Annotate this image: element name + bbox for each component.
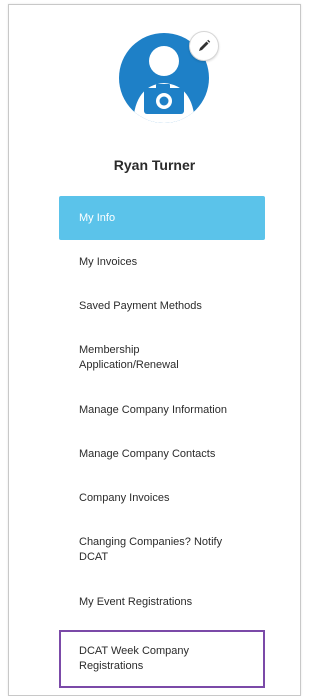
menu-item-label: My Event Registrations — [79, 595, 193, 608]
profile-panel: Ryan Turner My Info My Invoices Saved Pa… — [8, 4, 301, 696]
menu-item-membership-application[interactable]: Membership Application/Renewal — [59, 328, 265, 388]
menu-item-my-info[interactable]: My Info — [59, 196, 265, 240]
menu-item-label: Manage Company Contacts — [79, 447, 216, 460]
menu-item-changing-companies[interactable]: Changing Companies? Notify DCAT — [59, 520, 265, 580]
menu-item-saved-payment-methods[interactable]: Saved Payment Methods — [59, 284, 265, 328]
menu-item-label: Saved Payment Methods — [79, 299, 202, 312]
account-menu: My Info My Invoices Saved Payment Method… — [59, 196, 265, 688]
menu-item-my-event-registrations[interactable]: My Event Registrations — [59, 580, 265, 624]
menu-item-dcat-week-registrations[interactable]: DCAT Week Company Registrations — [59, 630, 265, 688]
menu-item-label: DCAT Week Company Registrations — [79, 645, 190, 672]
menu-item-manage-company-information[interactable]: Manage Company Information — [59, 388, 265, 432]
menu-item-company-invoices[interactable]: Company Invoices — [59, 476, 265, 520]
user-name: Ryan Turner — [113, 157, 196, 173]
menu-item-manage-company-contacts[interactable]: Manage Company Contacts — [59, 432, 265, 476]
menu-item-label: Membership Application/Renewal — [79, 344, 179, 371]
menu-item-label: My Invoices — [79, 255, 138, 268]
menu-item-label: Company Invoices — [79, 491, 170, 504]
menu-item-my-invoices[interactable]: My Invoices — [59, 240, 265, 284]
menu-item-label: Changing Companies? Notify DCAT — [79, 536, 223, 563]
edit-profile-button[interactable] — [189, 31, 219, 61]
menu-item-label: My Info — [79, 211, 116, 224]
pencil-icon — [199, 39, 211, 51]
menu-item-label: Manage Company Information — [79, 403, 227, 416]
